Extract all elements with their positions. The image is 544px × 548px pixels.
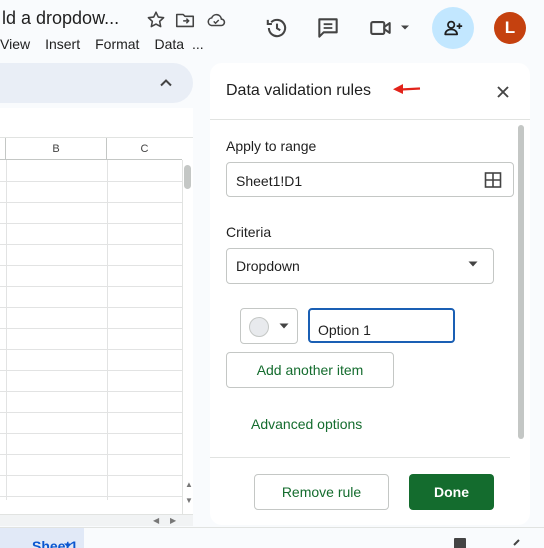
share-button[interactable] [432,7,474,49]
video-call-dropdown-icon[interactable] [400,24,410,32]
chevron-down-icon[interactable] [468,261,478,267]
grid-line [0,349,182,350]
column-header-b[interactable]: B [6,138,107,160]
criteria-value: Dropdown [236,258,300,274]
select-range-icon[interactable] [484,171,502,189]
grid-line [0,496,182,497]
menu-bar: View Insert Format Data ... [0,36,219,54]
range-input[interactable]: Sheet1!D1 [226,162,514,197]
cloud-saved-icon[interactable] [205,9,227,31]
star-icon[interactable] [145,9,167,31]
grid-line [0,181,182,182]
menu-data[interactable]: Data [154,36,184,54]
advanced-options-link[interactable]: Advanced options [251,416,362,432]
remove-rule-button[interactable]: Remove rule [254,474,389,510]
add-person-icon [444,20,463,36]
sheet-tab-sheet1[interactable]: Sheet1 [0,528,84,548]
grid-line [0,391,182,392]
chevron-left-icon[interactable] [510,538,524,548]
scroll-left-arrow-icon[interactable]: ◀ [153,516,159,525]
grid-line [0,412,182,413]
grid-line [6,160,7,500]
scroll-down-arrow-icon[interactable]: ▼ [185,496,193,505]
add-another-item-button[interactable]: Add another item [226,352,394,388]
close-icon[interactable] [494,83,512,101]
formula-bar[interactable] [0,108,193,138]
grid-line [0,244,182,245]
range-value: Sheet1!D1 [236,173,303,189]
video-call-icon[interactable] [368,15,394,41]
grid-line [107,160,108,500]
column-header-c[interactable]: C [107,138,182,160]
version-history-icon[interactable] [264,15,290,41]
menu-insert[interactable]: Insert [45,36,80,54]
comments-icon[interactable] [315,15,341,41]
move-to-folder-icon[interactable] [174,9,196,31]
panel-title: Data validation rules [226,82,371,99]
menu-more[interactable]: ... [192,36,204,54]
grid-line [0,454,182,455]
grid-line [0,202,182,203]
criteria-dropdown[interactable]: Dropdown [226,248,494,284]
grid-line [0,307,182,308]
criteria-label: Criteria [226,224,272,240]
annotation-arrow-icon [393,84,421,94]
account-avatar[interactable]: L [494,12,526,44]
panel-divider [210,119,530,120]
color-dropdown-icon [279,323,289,329]
apply-to-range-label: Apply to range [226,138,317,154]
footer-divider [210,457,510,458]
option-1-input[interactable] [308,308,455,343]
data-validation-panel: Data validation rules Apply to range She… [210,63,530,525]
menu-format[interactable]: Format [95,36,139,54]
grid-line [0,433,182,434]
scroll-up-arrow-icon[interactable]: ▲ [185,480,193,489]
item-color-picker[interactable] [240,308,298,344]
color-swatch [249,317,269,337]
explore-icon[interactable] [453,537,467,548]
horizontal-scrollbar[interactable]: ◀ ▶ [0,514,193,526]
spreadsheet-grid[interactable]: B C ▲ ▼ [0,108,193,526]
scroll-right-arrow-icon[interactable]: ▶ [170,516,176,525]
grid-line [0,370,182,371]
grid-line [0,286,182,287]
grid-line [0,475,182,476]
grid-line [0,328,182,329]
chevron-up-icon[interactable] [158,75,174,91]
panel-scrollbar[interactable] [518,125,524,439]
grid-line [0,265,182,266]
done-button[interactable]: Done [409,474,494,510]
menu-view[interactable]: View [0,36,30,54]
document-title[interactable]: ld a dropdow... [2,8,119,29]
vertical-scrollbar[interactable] [182,160,193,516]
grid-line [0,223,182,224]
vertical-scroll-thumb[interactable] [184,165,191,189]
sheet-tab-dropdown-icon[interactable] [63,543,73,548]
